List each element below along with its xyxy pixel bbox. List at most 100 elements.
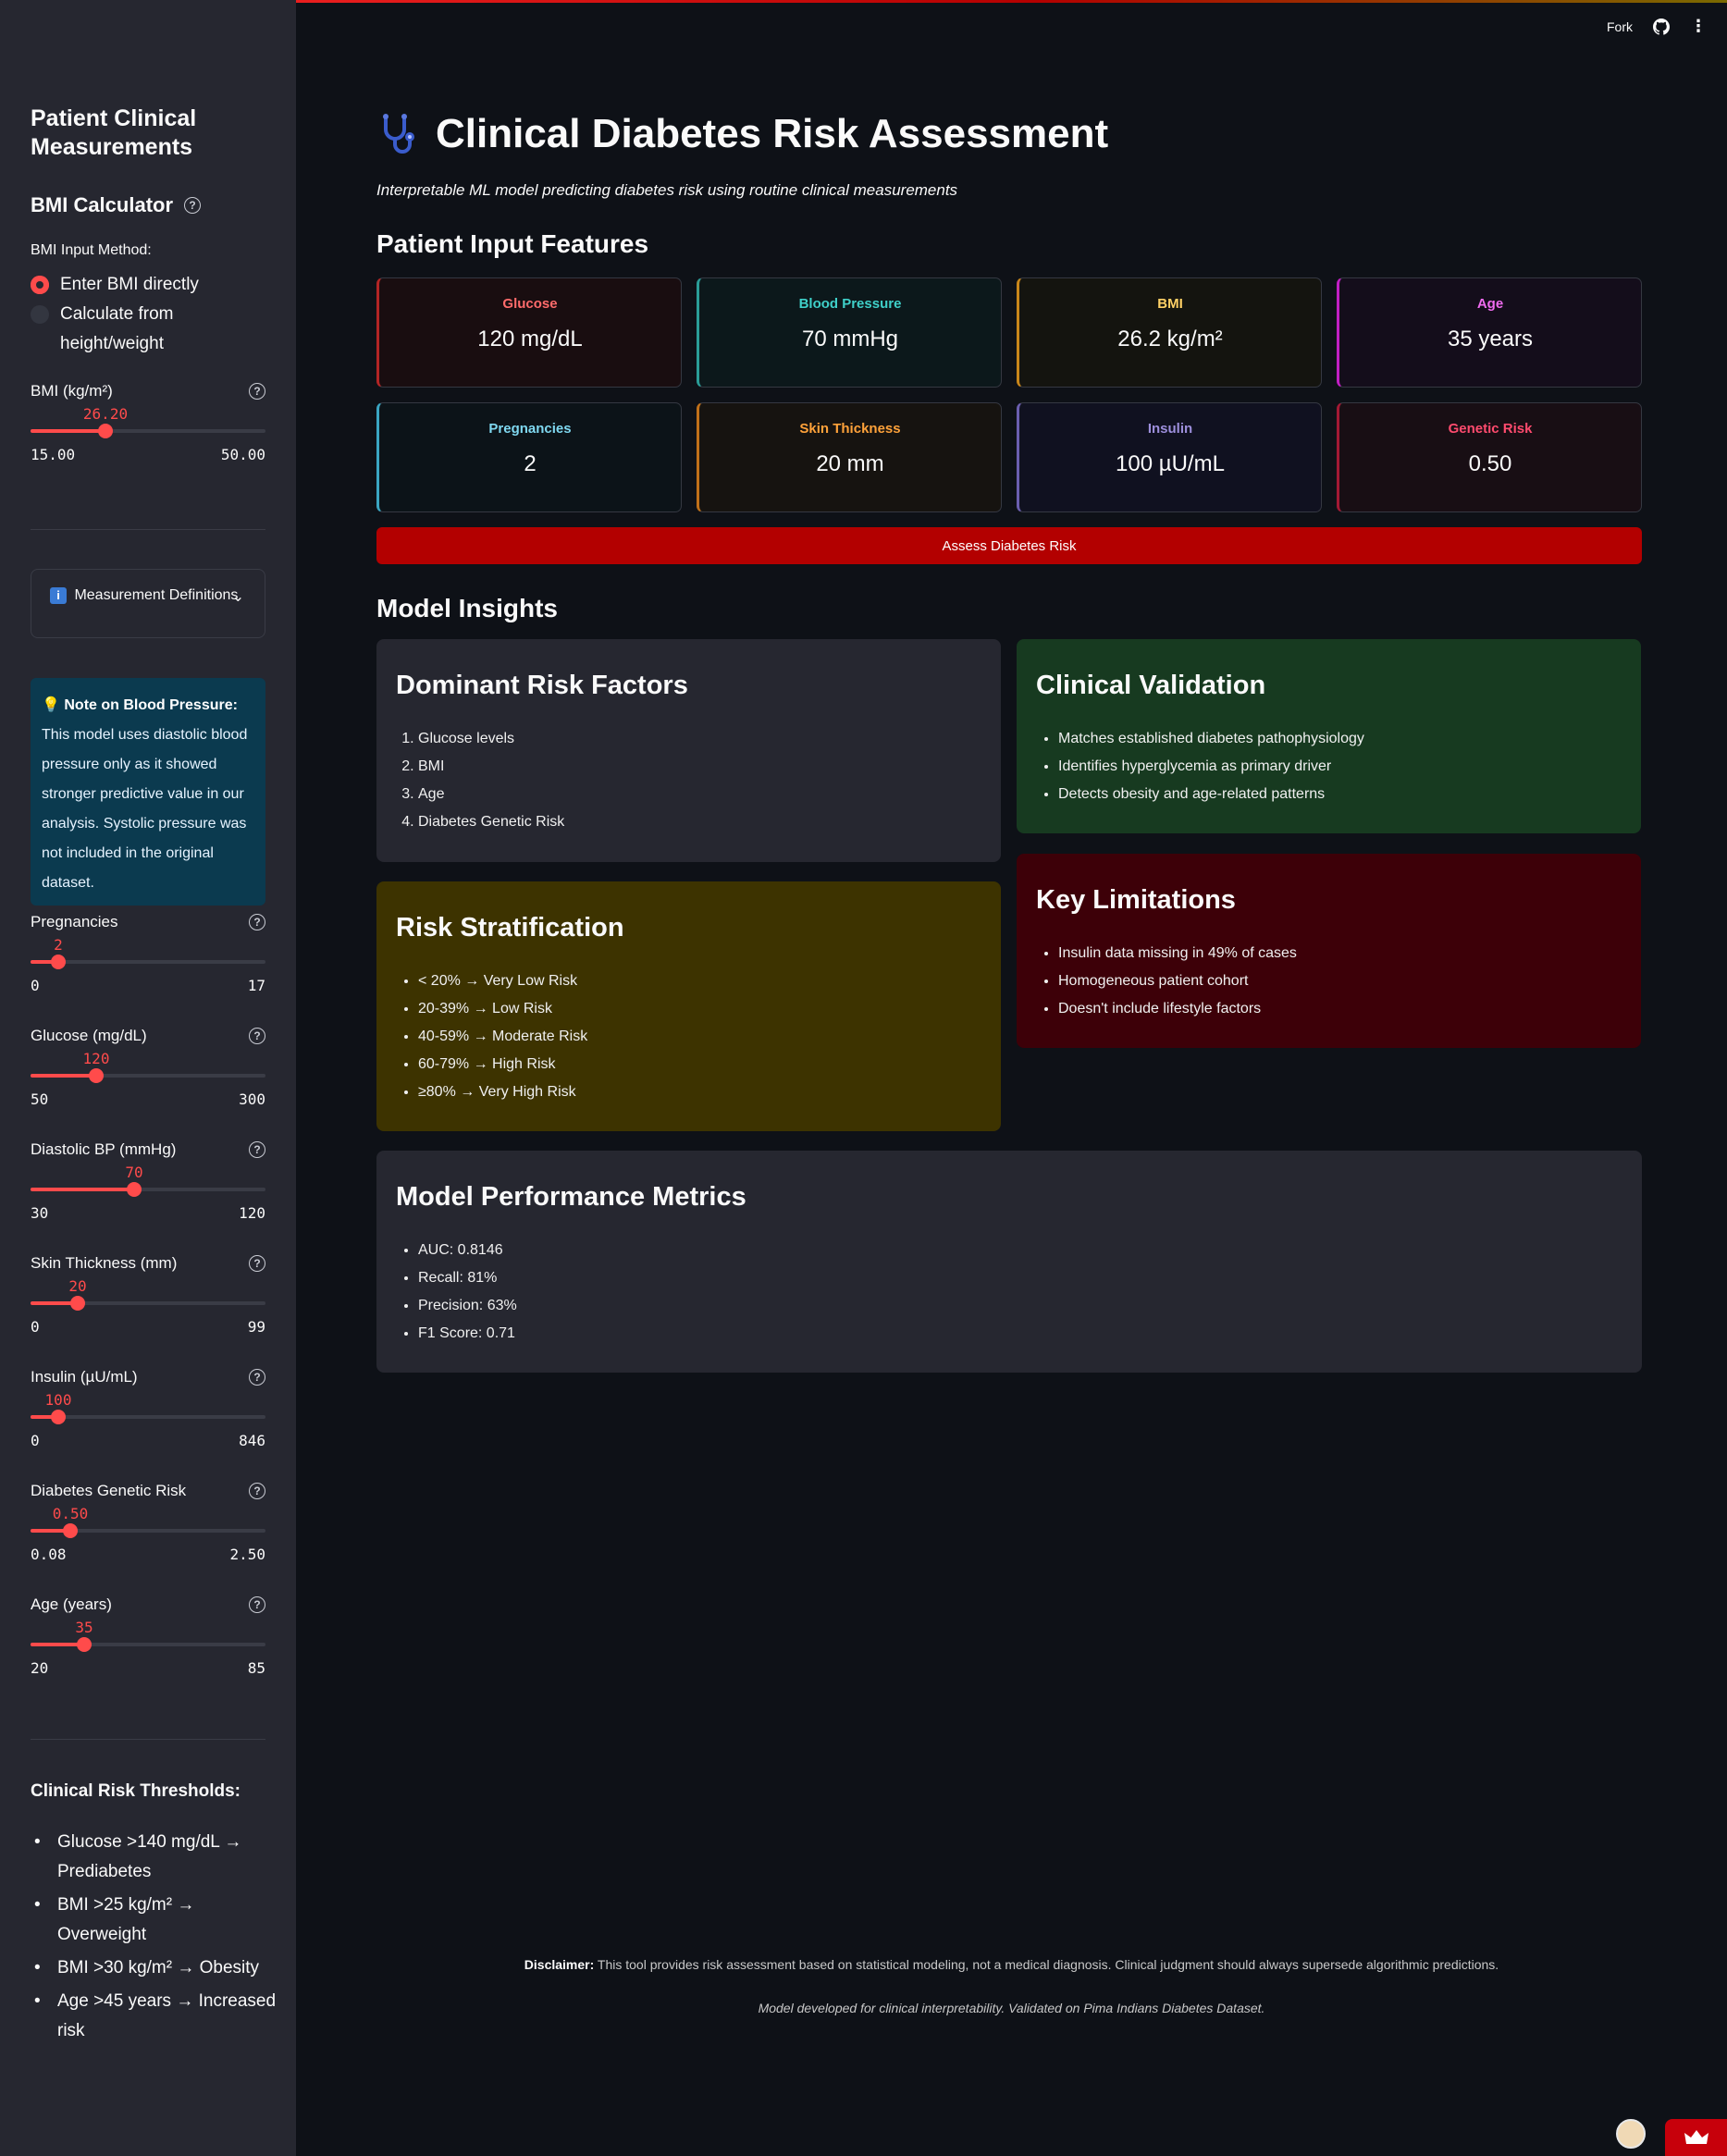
key-limitations-panel: Key Limitations Insulin data missing in … (1017, 854, 1641, 1048)
feature-card-title: Age (1476, 296, 1504, 312)
insulin-slider[interactable]: Insulin (µU/mL)? 100 0 846 (31, 1367, 265, 1449)
slider-label-row: Skin Thickness (mm)? (31, 1253, 265, 1274)
help-icon[interactable]: ? (249, 1483, 265, 1499)
threshold-item: BMI >25 kg/m² → Overweight (31, 1891, 280, 1950)
age-slider[interactable]: Age (years)? 35 20 85 (31, 1595, 265, 1677)
feature-card-title: Pregnancies (488, 421, 572, 437)
slider-track[interactable] (31, 1523, 265, 1538)
skin-thickness-slider[interactable]: Skin Thickness (mm)? 20 0 99 (31, 1253, 265, 1336)
list-item: BMI (418, 753, 981, 781)
insights-heading: Model Insights (376, 594, 558, 622)
chevron-down-icon[interactable]: ⌄ (232, 585, 244, 610)
feature-card: Insulin 100 µU/mL (1017, 402, 1322, 512)
fork-link[interactable]: Fork (1607, 19, 1633, 34)
stethoscope-icon (383, 114, 414, 154)
help-icon[interactable]: ? (249, 1028, 265, 1044)
slider-track[interactable] (31, 1182, 265, 1197)
help-icon[interactable]: ? (249, 1369, 265, 1386)
slider-label-row: Diabetes Genetic Risk? (31, 1481, 265, 1501)
slider-max: 120 (239, 1204, 265, 1222)
panel-title: Key Limitations (1036, 885, 1236, 915)
feature-card-title: Skin Thickness (799, 421, 901, 437)
slider-thumb[interactable] (127, 1182, 142, 1197)
slider-thumb[interactable] (63, 1523, 78, 1538)
slider-max: 2.50 (229, 1546, 265, 1563)
slider-max: 846 (239, 1432, 265, 1449)
slider-label-row: Age (years)? (31, 1595, 265, 1615)
slider-track[interactable] (31, 1637, 265, 1652)
user-avatar[interactable] (1616, 2119, 1646, 2149)
measurement-definitions-expander[interactable]: i Measurement Definitions ⌄ (31, 569, 265, 638)
slider-thumb[interactable] (77, 1637, 92, 1652)
genetic-risk-slider[interactable]: Diabetes Genetic Risk? 0.50 0.08 2.50 (31, 1481, 265, 1563)
validation-list: Matches established diabetes pathophysio… (1036, 725, 1622, 808)
slider-track[interactable] (31, 955, 265, 969)
slider-thumb[interactable] (51, 1410, 66, 1424)
diastolic-bp-slider[interactable]: Diastolic BP (mmHg)? 70 30 120 (31, 1140, 265, 1222)
help-icon[interactable]: ? (249, 1255, 265, 1272)
radio-enter-bmi[interactable]: Enter BMI directly (31, 270, 199, 300)
slider-max: 99 (247, 1318, 265, 1336)
page-title: Clinical Diabetes Risk Assessment (376, 111, 1108, 157)
model-performance-panel: Model Performance Metrics AUC: 0.8146 Re… (376, 1151, 1642, 1373)
page-title-text: Clinical Diabetes Risk Assessment (436, 111, 1109, 156)
panel-title: Clinical Validation (1036, 671, 1266, 700)
help-icon[interactable]: ? (249, 914, 265, 930)
slider-track[interactable] (31, 424, 265, 438)
radio-label: Enter BMI directly (60, 275, 199, 294)
slider-label: Diastolic BP (mmHg) (31, 1140, 177, 1158)
note-text: This model uses diastolic blood pressure… (42, 727, 248, 891)
radio-unselected-icon[interactable] (31, 305, 49, 324)
slider-label: BMI (kg/m²) (31, 382, 113, 400)
github-icon[interactable] (1653, 18, 1670, 35)
help-icon[interactable]: ? (249, 1596, 265, 1613)
disclaimer-label: Disclaimer: (524, 1957, 595, 1972)
threshold-item: BMI >30 kg/m² → Obesity (31, 1953, 280, 1983)
glucose-slider[interactable]: Glucose (mg/dL)? 120 50 300 (31, 1026, 265, 1108)
feature-card-value: 2 (524, 451, 537, 476)
slider-thumb[interactable] (70, 1296, 85, 1311)
slider-thumb[interactable] (98, 424, 113, 438)
list-item: 20-39% → Low Risk (418, 995, 981, 1023)
radio-selected-icon[interactable] (31, 276, 49, 294)
slider-max: 85 (247, 1659, 265, 1677)
slider-track[interactable] (31, 1296, 265, 1311)
slider-thumb[interactable] (51, 955, 66, 969)
streamlit-badge[interactable] (1665, 2119, 1727, 2156)
slider-max: 300 (239, 1090, 265, 1108)
slider-track[interactable] (31, 1068, 265, 1083)
slider-min: 0.08 (31, 1546, 67, 1563)
panel-title: Model Performance Metrics (396, 1182, 746, 1212)
thresholds-title: Clinical Risk Thresholds: (31, 1781, 241, 1801)
more-menu-icon[interactable]: ⋮ (1690, 17, 1707, 36)
limitations-list: Insulin data missing in 49% of cases Hom… (1036, 940, 1622, 1023)
bmi-slider[interactable]: BMI (kg/m²)? 26.20 15.00 50.00 (31, 381, 265, 463)
help-icon[interactable]: ? (184, 197, 202, 214)
threshold-item: Glucose >140 mg/dL → Prediabetes (31, 1828, 280, 1887)
radio-label: Calculate from height/weight (60, 304, 174, 353)
thresholds-list: Glucose >140 mg/dL → Prediabetes BMI >25… (31, 1828, 280, 2050)
list-item: Recall: 81% (418, 1264, 1622, 1292)
slider-range: 20 85 (31, 1659, 265, 1677)
assess-risk-button[interactable]: Assess Diabetes Risk (376, 527, 1642, 564)
help-icon[interactable]: ? (249, 1141, 265, 1158)
performance-list: AUC: 0.8146 Recall: 81% Precision: 63% F… (396, 1237, 1622, 1348)
slider-range: 0 846 (31, 1432, 265, 1449)
slider-fill (31, 429, 105, 433)
feature-card: Skin Thickness 20 mm (697, 402, 1002, 512)
list-item: 60-79% → High Risk (418, 1051, 981, 1078)
slider-track[interactable] (31, 1410, 265, 1424)
model-credit: Model developed for clinical interpretab… (758, 2001, 1265, 2015)
blood-pressure-note: 💡 Note on Blood Pressure: This model use… (31, 678, 265, 906)
feature-card: Age 35 years (1337, 277, 1642, 388)
slider-thumb[interactable] (89, 1068, 104, 1083)
radio-calculate-bmi[interactable]: Calculate from height/weight (31, 300, 234, 359)
slider-value: 100 (44, 1391, 72, 1409)
slider-min: 0 (31, 1318, 40, 1336)
list-item: Insulin data missing in 49% of cases (1058, 940, 1622, 967)
risk-stratification-panel: Risk Stratification < 20% → Very Low Ris… (376, 881, 1001, 1131)
feature-card-value: 0.50 (1468, 451, 1512, 476)
clinical-validation-panel: Clinical Validation Matches established … (1017, 639, 1641, 833)
pregnancies-slider[interactable]: Pregnancies? 2 0 17 (31, 912, 265, 994)
help-icon[interactable]: ? (249, 383, 265, 400)
